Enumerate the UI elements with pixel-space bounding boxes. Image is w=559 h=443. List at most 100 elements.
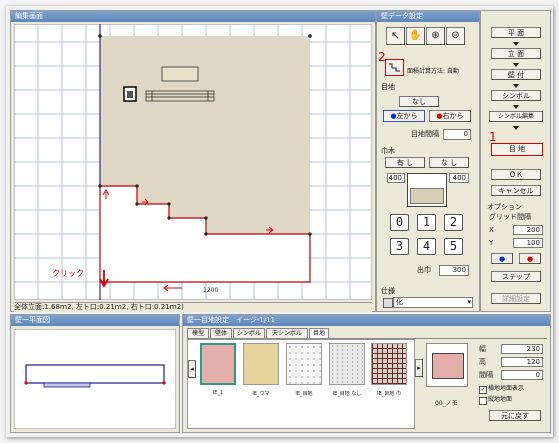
mokuchi-button[interactable]: 目 地: [491, 143, 543, 156]
number-1-button[interactable]: 1: [417, 214, 436, 231]
status-bar: 全体立面:1.68ｍ2, 左ト口:0.21ｍ2, 右ト口:0.21ｍ2): [14, 302, 372, 312]
grid-x-input[interactable]: 200: [513, 225, 543, 235]
swatch-5[interactable]: [371, 343, 407, 385]
grid-x-label: X: [489, 226, 494, 234]
grid-y-label: Y: [489, 239, 494, 247]
swatch-3[interactable]: [286, 343, 322, 385]
checkbox-2[interactable]: [479, 397, 487, 405]
swatch-2[interactable]: [243, 343, 279, 385]
swatch-3-caption: IE_目地: [295, 391, 313, 397]
tab-model[interactable]: 模型: [187, 328, 209, 338]
width-label: 幅: [479, 345, 486, 353]
ok-button[interactable]: ＯＫ: [491, 169, 541, 180]
material-tabs: 模型 壁体 シンボル 天シンボル 目地: [187, 328, 547, 339]
layout-window: 編集画面 クリック 1200 全体立面:1.68ｍ2, 左ト口:0.21ｍ2, …: [10, 10, 376, 312]
material-window-title: 壁一目地設定 イージ-1/11: [183, 315, 550, 326]
symbol-edit-button[interactable]: シンボル編集: [489, 111, 543, 122]
checkbox-2-label: 縦地地面: [488, 396, 513, 403]
habaki-preview: [407, 173, 447, 207]
pointer-icon: ↖: [390, 29, 401, 42]
gap-label: 間隔: [479, 371, 493, 379]
tab-mokuchi[interactable]: 目地: [309, 328, 329, 338]
selected-material-caption: 00_ノモ: [435, 400, 458, 407]
window-symbol[interactable]: [161, 66, 199, 82]
checkbox-1[interactable]: ✓: [479, 386, 487, 394]
reset-button[interactable]: 元に戻す: [489, 410, 541, 421]
number-3-button[interactable]: 3: [390, 238, 409, 255]
pointer-tool-button[interactable]: ↖: [386, 27, 405, 45]
hand-icon: ✋: [409, 30, 422, 41]
plan-button[interactable]: 平 面: [491, 27, 541, 38]
height-label: 高: [479, 358, 486, 366]
red-dot-button[interactable]: ●: [519, 253, 541, 264]
number-4-button[interactable]: 4: [417, 238, 436, 255]
mokuchi-left-button[interactable]: ●左から: [383, 110, 425, 122]
finish-section-label: 仕様: [381, 287, 395, 295]
habaki-section-label: 巾木: [381, 147, 395, 155]
habaki-right-input[interactable]: 400: [449, 173, 469, 183]
tab-wall[interactable]: 壁体: [210, 328, 232, 338]
number-5-button[interactable]: 5: [444, 238, 463, 255]
elevation-button[interactable]: 立 面: [491, 48, 541, 59]
wall-button[interactable]: 壁 付: [491, 69, 541, 80]
scroll-left-button[interactable]: ◂: [188, 360, 196, 378]
grid-y-input[interactable]: 100: [513, 238, 543, 248]
chevron-left-icon: ◂: [190, 365, 194, 373]
detail-settings-button[interactable]: 詳細設定: [491, 293, 541, 304]
material-window: 壁一目地設定 イージ-1/11 模型 壁体 シンボル 天シンボル 目地 ◂ IE…: [182, 314, 551, 433]
zoom-out-button[interactable]: ⊖: [446, 27, 465, 45]
area-method-label: 面積計算方法: 自動: [407, 68, 459, 75]
arrow-down-icon: [513, 126, 519, 130]
arrow-down-icon: [513, 105, 519, 109]
plan-preview-title: 壁一平面図: [11, 315, 179, 326]
mokuchi-none-button[interactable]: なし: [399, 96, 439, 107]
hand-tool-button[interactable]: ✋: [406, 27, 425, 45]
height-input[interactable]: 120: [501, 357, 543, 367]
mokuchi-spacing-input[interactable]: 0: [443, 129, 471, 140]
chevron-right-icon: ▸: [417, 364, 421, 372]
wall-settings-panel: 壁データ設定 ↖ ✋ ⊕ ⊖ 2 面積計算方法: 自動 目地 なし ●左から ●…: [376, 10, 480, 312]
swatch-area: ◂ IE_1 IE_ウマ IE_目地 IE_目地 なし IE_目地 巾: [187, 339, 415, 429]
cancel-button[interactable]: キャンセル: [491, 185, 541, 196]
step-button[interactable]: ステップ: [491, 271, 541, 282]
habaki-left-button[interactable]: 有 し: [385, 157, 425, 168]
swatch-1[interactable]: [200, 343, 236, 385]
action-column: 平 面 立 面 壁 付 シンボル シンボル編集 1 目 地 ＯＫ キャンセル オ…: [480, 10, 551, 312]
symbol-button[interactable]: シンボル: [491, 90, 541, 101]
mokuchi-right-button[interactable]: ●右から: [429, 110, 471, 122]
habaki-height-input[interactable]: 300: [439, 265, 469, 276]
tab-symbol[interactable]: シンボル: [233, 328, 265, 338]
zoom-in-button[interactable]: ⊕: [426, 27, 445, 45]
swatch-4[interactable]: [329, 343, 365, 385]
number-2-button[interactable]: 2: [444, 214, 463, 231]
selected-material-preview: [426, 343, 468, 387]
options-section-label: オプション: [487, 203, 522, 211]
layout-window-title: 編集画面: [11, 11, 375, 22]
drawing-canvas[interactable]: クリック 1200: [14, 24, 372, 300]
swatch-2-caption: IE_ウマ: [252, 391, 270, 397]
scroll-right-button[interactable]: ▸: [415, 359, 423, 377]
width-input[interactable]: 230: [501, 344, 543, 354]
arrow-down-icon: [513, 63, 519, 67]
habaki-right-button[interactable]: な し: [429, 157, 469, 168]
finish-color-swatch[interactable]: [383, 298, 393, 308]
plan-preview-window: 壁一平面図: [10, 314, 180, 433]
swatch-5-caption: IE_目地 巾: [377, 391, 401, 397]
finish-select[interactable]: 化 ▾: [393, 297, 473, 308]
mokuchi-section-label: 目地: [381, 83, 395, 91]
number-0-button[interactable]: 0: [390, 214, 409, 231]
gap-input[interactable]: 0: [501, 370, 543, 380]
habaki-left-input[interactable]: 400: [387, 173, 405, 183]
tab-ceiling-symbol[interactable]: 天シンボル: [266, 328, 308, 338]
zoom-in-icon: ⊕: [431, 30, 440, 41]
swatch-4-caption: IE_目地 なし: [332, 391, 362, 397]
habaki-height-label: 出巾: [417, 266, 431, 274]
wall-settings-title: 壁データ設定: [377, 11, 479, 22]
plan-preview-canvas: [14, 329, 176, 429]
polyline-tool-button[interactable]: [385, 59, 404, 76]
zoom-out-icon: ⊖: [451, 30, 460, 41]
chevron-down-icon: ▾: [467, 298, 471, 306]
blue-dot-button[interactable]: ●: [491, 253, 513, 264]
grid-spacing-label: グリッド間隔: [489, 213, 531, 221]
dimension-label: 1200: [203, 287, 218, 294]
